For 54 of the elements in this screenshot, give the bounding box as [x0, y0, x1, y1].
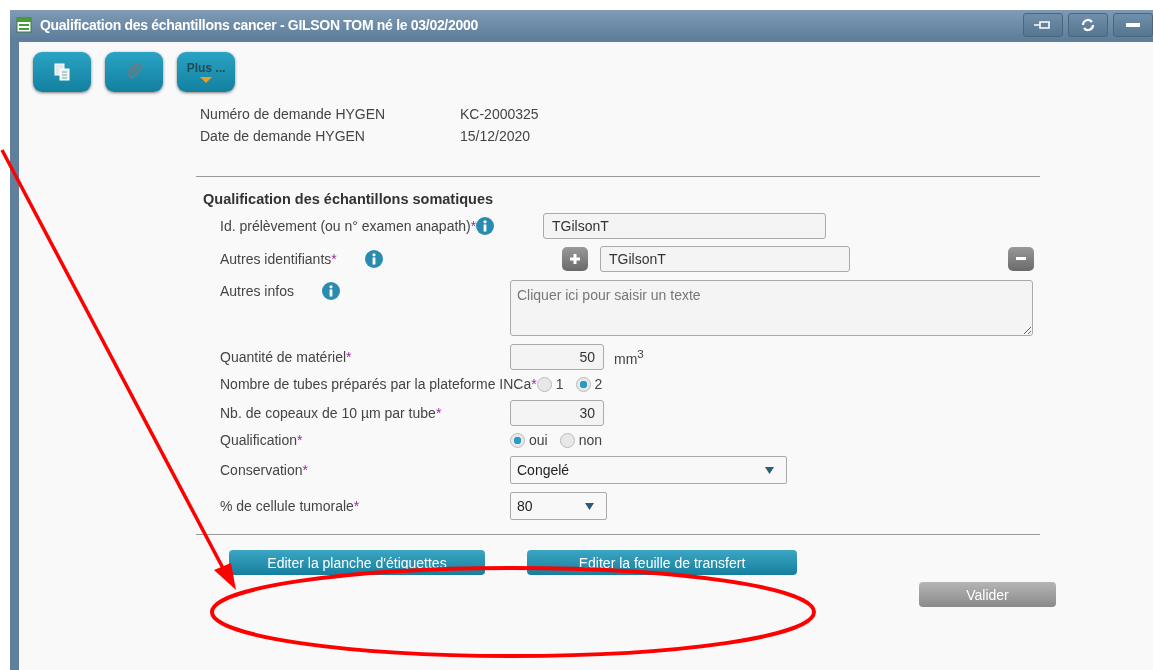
field-label: Id. prélèvement (ou n° examen anapath)* — [220, 218, 477, 234]
option-label[interactable]: 2 — [594, 376, 603, 392]
field-label: Autres infos — [220, 283, 294, 299]
field-label: Nombre de tubes préparés par la plateforme INCa* — [220, 376, 537, 392]
pin-icon — [1033, 19, 1053, 31]
field-label: Autres identifiants* — [220, 251, 337, 267]
field-label: Nb. de copeaux de 10 µm par tube* — [220, 405, 442, 421]
pin-button[interactable] — [1023, 13, 1063, 37]
action-button[interactable]: Editer la planche d'étiquettes — [229, 550, 485, 575]
radio-button[interactable] — [559, 432, 575, 448]
plus-icon — [570, 254, 580, 264]
radio-button[interactable] — [510, 432, 525, 448]
field-label: Quantité de matériel* — [220, 349, 352, 365]
info-icon[interactable] — [476, 217, 495, 235]
action-button[interactable]: Editer la feuille de transfert — [527, 550, 797, 575]
field-label: Numéro de demande HYGEN — [200, 106, 387, 122]
add-button[interactable] — [562, 247, 588, 271]
text-area[interactable]: Cliquer ici pour saisir un texte — [510, 280, 1033, 336]
window-title: Qualification des échantillons cancer - GILSON TOM né le 03/02/2000 — [40, 17, 479, 33]
documents-button[interactable] — [33, 52, 91, 92]
unit-label: mm$^{3}$ — [614, 347, 644, 367]
info-icon[interactable] — [321, 282, 340, 300]
paperclip-icon — [125, 63, 143, 81]
option-label[interactable]: 1 — [555, 376, 564, 392]
dropdown-arrow-icon — [585, 502, 594, 510]
radio-button[interactable] — [536, 376, 552, 392]
text-field[interactable]: TGilsonT — [600, 246, 850, 272]
form-icon — [16, 17, 32, 33]
option-label[interactable]: non — [578, 432, 603, 448]
field-value: KC-2000325 — [460, 106, 539, 122]
field-value: 15/12/2020 — [460, 128, 531, 144]
info-icon[interactable] — [364, 250, 383, 268]
field-label: Date de demande HYGEN — [200, 128, 366, 144]
refresh-icon — [1081, 18, 1095, 32]
field-label: Qualification* — [220, 432, 303, 448]
dropdown[interactable]: Congelé — [510, 456, 787, 484]
number-field[interactable]: 50 — [510, 344, 604, 370]
radio-button[interactable] — [575, 376, 591, 392]
field-label: Conservation* — [220, 462, 308, 478]
dropdown[interactable]: 80 — [510, 492, 607, 520]
documents-icon — [54, 63, 70, 81]
text-field[interactable]: TGilsonT — [543, 213, 826, 239]
minimize-icon — [1125, 22, 1141, 28]
refresh-button[interactable] — [1068, 13, 1108, 37]
option-label[interactable]: oui — [529, 432, 548, 448]
section-title: Qualification des échantillons somatiques — [203, 191, 495, 207]
minimize-button[interactable] — [1113, 13, 1153, 37]
caret-icon — [200, 77, 212, 83]
number-field[interactable]: 30 — [510, 400, 604, 426]
dropdown-arrow-icon — [765, 466, 774, 474]
attach-button[interactable] — [105, 52, 163, 92]
field-label: % de cellule tumorale* — [220, 498, 360, 514]
remove-button[interactable] — [1008, 247, 1034, 271]
minus-icon — [1016, 257, 1026, 261]
